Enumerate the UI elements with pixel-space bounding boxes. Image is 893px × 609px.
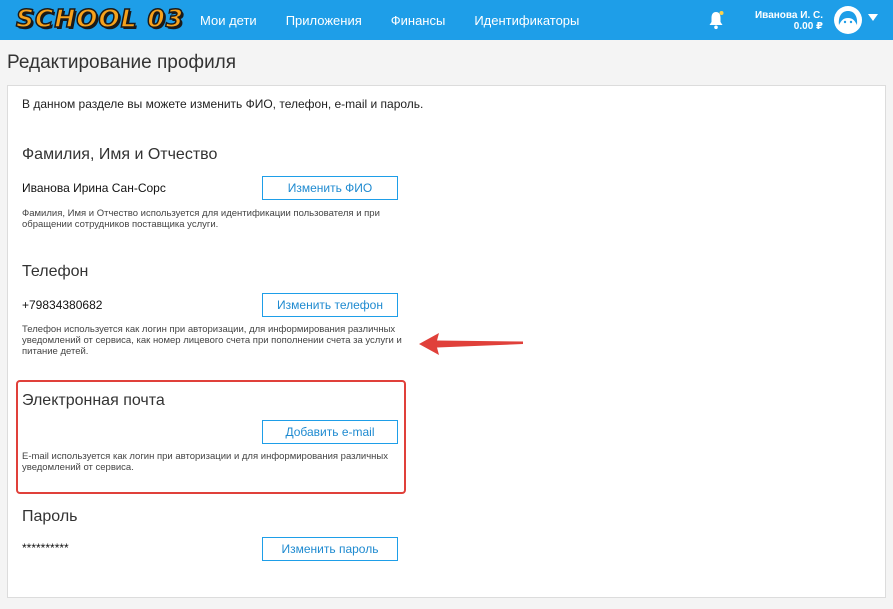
nav-item-apps[interactable]: Приложения bbox=[286, 13, 362, 28]
fio-title: Фамилия, Имя и Отчество bbox=[22, 146, 218, 163]
fio-hint: Фамилия, Имя и Отчество используется для… bbox=[22, 208, 380, 230]
email-title: Электронная почта bbox=[22, 392, 165, 409]
caret-down-icon[interactable] bbox=[868, 14, 878, 21]
user-name: Иванова И. С. bbox=[754, 10, 823, 21]
arrow-pointer-icon bbox=[419, 333, 523, 355]
phone-hint: Телефон используется как логин при автор… bbox=[22, 324, 402, 357]
user-balance: 0.00 ₽ bbox=[793, 21, 823, 32]
bell-icon[interactable] bbox=[708, 10, 724, 30]
nav-item-identifiers[interactable]: Идентификаторы bbox=[474, 13, 579, 28]
intro-text: В данном разделе вы можете изменить ФИО,… bbox=[22, 97, 424, 111]
fio-value: Иванова Ирина Сан-Сорс bbox=[22, 181, 166, 195]
phone-value: +79834380682 bbox=[22, 298, 103, 312]
phone-title: Телефон bbox=[22, 263, 89, 280]
logo[interactable]: SCHOOL 03 bbox=[15, 3, 184, 34]
top-bar: SCHOOL 03 Мои дети Приложения Финансы Ид… bbox=[0, 0, 893, 40]
user-info[interactable]: Иванова И. С. 0.00 ₽ bbox=[755, 10, 823, 32]
nav-item-finance[interactable]: Финансы bbox=[391, 13, 446, 28]
avatar-icon[interactable] bbox=[834, 6, 862, 34]
password-value: ********** bbox=[22, 541, 69, 555]
password-title: Пароль bbox=[22, 508, 78, 525]
nav-item-my-children[interactable]: Мои дети bbox=[200, 13, 257, 28]
add-email-button[interactable]: Добавить e-mail bbox=[262, 420, 398, 444]
change-password-button[interactable]: Изменить пароль bbox=[262, 537, 398, 561]
change-fio-button[interactable]: Изменить ФИО bbox=[262, 176, 398, 200]
main-nav: Мои дети Приложения Финансы Идентификато… bbox=[200, 0, 608, 40]
page-title: Редактирование профиля bbox=[7, 52, 237, 73]
change-phone-button[interactable]: Изменить телефон bbox=[262, 293, 398, 317]
email-hint: E-mail используется как логин при автори… bbox=[22, 451, 388, 473]
